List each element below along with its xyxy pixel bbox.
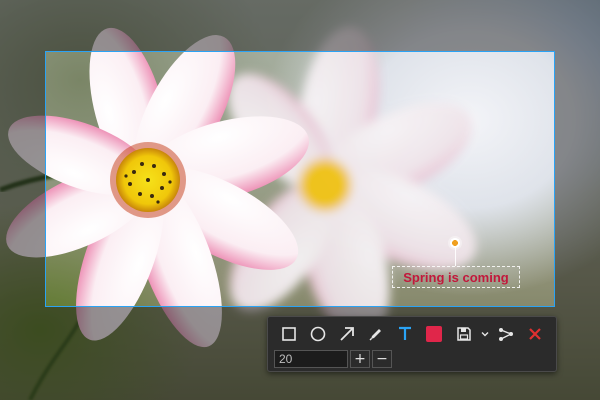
- color-picker-button[interactable]: [420, 321, 449, 347]
- font-size-row: + −: [274, 349, 550, 369]
- text-tool-button[interactable]: [391, 321, 420, 347]
- annotation-anchor-line: [455, 248, 456, 266]
- pencil-icon: [369, 329, 382, 341]
- arrow-tool-button[interactable]: [332, 321, 361, 347]
- text-icon: [399, 326, 412, 340]
- ellipse-tool-button[interactable]: [303, 321, 332, 347]
- minus-icon: −: [376, 351, 388, 367]
- plus-icon: +: [354, 351, 366, 367]
- pen-tool-button[interactable]: [361, 321, 390, 347]
- dim-overlay-top: [0, 0, 600, 51]
- save-icon: [456, 327, 471, 341]
- share-icon: [499, 328, 514, 341]
- save-options-dropdown[interactable]: [478, 321, 492, 347]
- text-annotation[interactable]: Spring is coming: [392, 266, 520, 288]
- font-size-decrease-button[interactable]: −: [372, 350, 392, 368]
- font-size-increase-button[interactable]: +: [350, 350, 370, 368]
- close-icon: [529, 328, 542, 340]
- save-tool-button[interactable]: [449, 321, 478, 347]
- cancel-tool-button[interactable]: [521, 321, 550, 347]
- annotation-anchor-handle[interactable]: [448, 236, 462, 250]
- rectangle-tool-button[interactable]: [274, 321, 303, 347]
- annotation-toolbar: + −: [267, 316, 557, 372]
- circle-icon: [310, 326, 326, 342]
- color-swatch-icon: [426, 326, 443, 342]
- share-tool-button[interactable]: [492, 321, 521, 347]
- text-annotation-content: Spring is coming: [403, 269, 509, 285]
- arrow-icon: [340, 327, 354, 341]
- square-icon: [281, 327, 296, 341]
- font-size-input[interactable]: [274, 350, 348, 368]
- dim-overlay-right: [555, 51, 600, 307]
- tool-row: [274, 321, 550, 347]
- chevron-down-icon: [481, 332, 489, 337]
- dim-overlay-left: [0, 51, 45, 307]
